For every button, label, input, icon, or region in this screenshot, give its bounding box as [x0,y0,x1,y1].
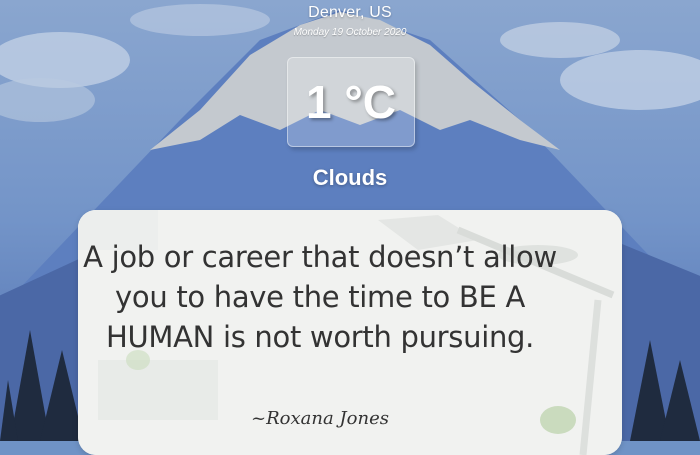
temperature-display: 1 °C [287,57,415,147]
date-label: Monday 19 October 2020 [293,27,407,38]
weather-condition: Clouds [312,165,388,190]
quote-text: A job or career that doesn’t allow you t… [83,240,557,354]
quote-card: A job or career that doesn’t allow you t… [78,210,622,455]
location-label: Denver, US [308,4,392,21]
quote-author: ~Roxana Jones [251,408,389,429]
temperature-value: 1 °C [306,76,396,128]
